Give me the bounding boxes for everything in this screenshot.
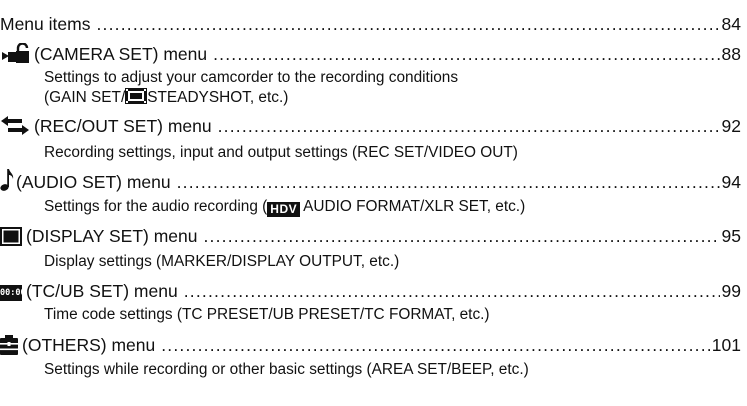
toc-entry-label: 00:00 (TC/UB SET) menu [0,281,178,301]
rec-out-arrows-icon [0,116,30,136]
toc-entry-description: Display settings (MARKER/DISPLAY OUTPUT,… [44,253,399,271]
toc-entry-label: (OTHERS) menu [0,335,155,355]
toc-page-number: 95 [721,226,741,246]
toc-page-number: 92 [721,116,741,136]
toc-page-number: 94 [721,172,741,192]
toc-page-number: 99 [721,281,741,301]
description-line: Time code settings (TC PRESET/UB PRESET/… [44,306,490,323]
toc-entry-label: (AUDIO SET) menu [0,168,171,192]
toc-entry-description: Settings for the audio recording (HDV AUD… [44,198,525,217]
toc-entry-label: (CAMERA SET) menu [0,43,207,64]
toc-page-number: 84 [721,14,741,34]
toc-entry-title: (REC/OUT SET) menu [34,116,212,136]
others-toolbox-icon [0,335,18,355]
dot-leader [161,335,710,355]
timecode-icon: 00:00 [0,285,26,301]
toc-entry-title: (OTHERS) menu [22,335,156,355]
toc-entry-description: Recording settings, input and output set… [44,144,518,162]
toc-entry-title: (DISPLAY SET) menu [26,226,198,246]
toc-entry-rec-out-set[interactable]: (REC/OUT SET) menu 92 [0,108,747,136]
toc-entry-title: (AUDIO SET) menu [16,172,171,192]
dot-leader [218,116,720,136]
dot-leader [184,281,720,301]
toc-entry-description: Settings while recording or other basic … [44,361,529,379]
dot-leader [204,226,720,246]
hdv-badge-icon: HDV [267,202,301,217]
display-set-icon [0,227,22,246]
description-line: Recording settings, input and output set… [44,144,518,161]
description-text: (GAIN SET/ [44,89,126,106]
description-line: Display settings (MARKER/DISPLAY OUTPUT,… [44,253,400,270]
description-text: STEADYSHOT, etc.) [147,89,289,106]
dot-leader [213,44,719,64]
description-text: AUDIO FORMAT/XLR SET, etc.) [303,198,526,215]
camera-set-icon [0,43,30,64]
toc-entry-title: (CAMERA SET) menu [34,44,208,64]
steadyshot-film-icon [125,88,148,104]
toc-entry-others[interactable]: (OTHERS) menu 101 [0,327,747,355]
toc-entry-camera-set[interactable]: (CAMERA SET) menu 88 [0,36,747,64]
music-note-icon [0,168,14,192]
description-text: Settings for the audio recording ( [44,198,268,215]
description-line: Settings to adjust your camcorder to the… [44,69,459,86]
toc-page-number: 88 [721,44,741,64]
toc-entry-label: (REC/OUT SET) menu [0,116,212,136]
toc-entry-description: Settings to adjust your camcorder to the… [44,69,458,87]
dot-leader [96,14,719,34]
toc-page-number: 101 [711,335,741,355]
toc-entry-display-set[interactable]: (DISPLAY SET) menu 95 [0,218,747,246]
toc-entry-label: (DISPLAY SET) menu [0,226,198,246]
toc-entry-menu-items[interactable]: Menu items 84 [0,6,747,34]
description-line: Settings while recording or other basic … [44,361,529,378]
toc-entry-audio-set[interactable]: (AUDIO SET) menu 94 [0,164,747,192]
toc-entry-title: Menu items [0,14,91,34]
toc-entry-title: (TC/UB SET) menu [26,281,178,301]
toc-entry-description: Time code settings (TC PRESET/UB PRESET/… [44,306,490,324]
toc-entry-description: (GAIN SET/ STEADYSHOT, etc.) [44,88,288,107]
toc-entry-label: Menu items [0,14,90,34]
dot-leader [177,172,720,192]
toc-entry-tc-ub-set[interactable]: 00:00 (TC/UB SET) menu 99 [0,273,747,301]
